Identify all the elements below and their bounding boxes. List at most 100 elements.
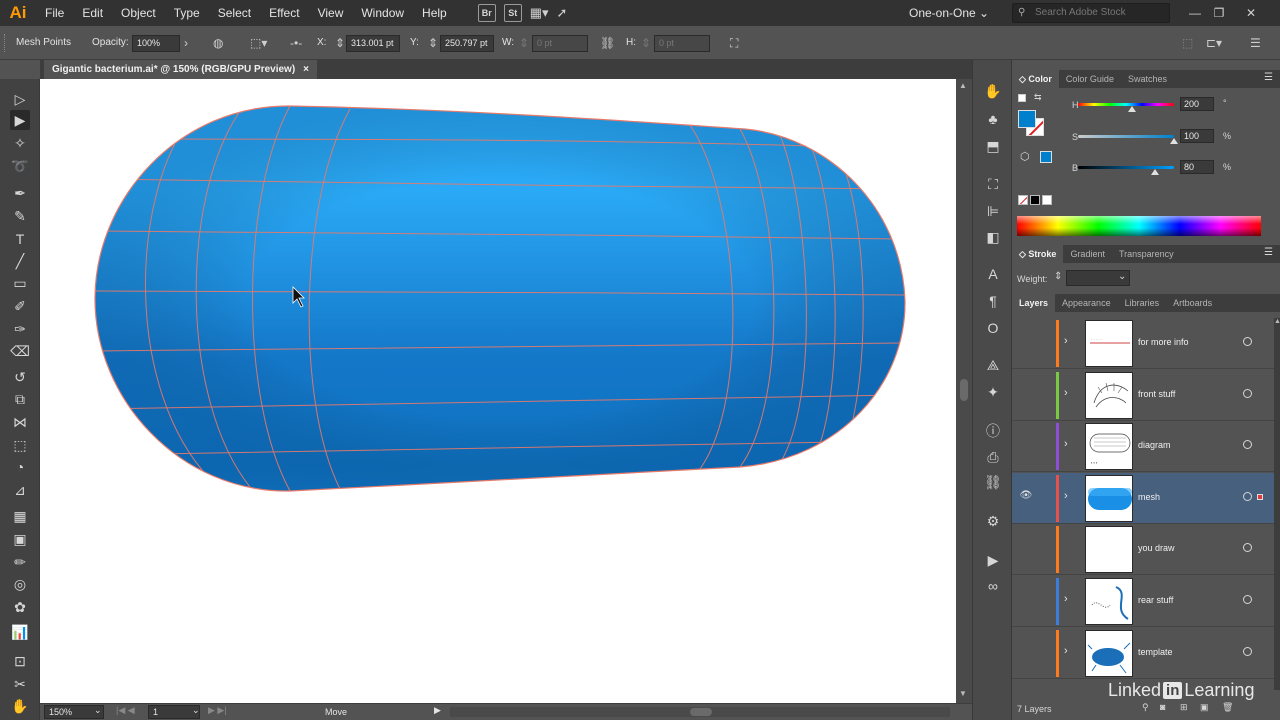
target-icon[interactable]	[1243, 595, 1252, 604]
hscroll-thumb[interactable]	[690, 708, 712, 716]
chevron-right-icon[interactable]: ›	[1064, 387, 1068, 399]
restore-icon[interactable]: ❐	[1208, 0, 1230, 26]
character-icon[interactable]: A	[983, 265, 1003, 283]
target-icon[interactable]	[1243, 388, 1252, 398]
chevron-right-icon[interactable]: ›	[1064, 438, 1068, 450]
bridge-button[interactable]: Br	[477, 4, 496, 22]
tab-color[interactable]: ◇ Color	[1012, 70, 1059, 88]
tab-transparency[interactable]: Transparency	[1112, 245, 1181, 263]
selection-tool-icon[interactable]: ▷	[10, 89, 30, 109]
hue-slider[interactable]	[1078, 103, 1174, 106]
eye-icon[interactable]: 👁	[1018, 490, 1034, 506]
puppet-warp-icon[interactable]: ✋	[983, 82, 1003, 100]
properties-icon[interactable]: ⚙	[983, 512, 1003, 530]
target-icon[interactable]	[1243, 440, 1252, 450]
color-spectrum[interactable]	[1017, 216, 1261, 236]
chevron-right-icon[interactable]: ›	[1064, 490, 1068, 502]
panel-toggle-icon[interactable]: ⊏▾	[1206, 36, 1222, 50]
layer-row[interactable]: › · · · · · for more info	[1012, 318, 1274, 369]
pathfinder-icon[interactable]: ◧	[983, 228, 1003, 246]
status-menu-icon[interactable]: ▶	[434, 705, 441, 716]
weight-chevron-icon[interactable]: ⌄	[1118, 271, 1126, 282]
layer-name[interactable]: rear stuff	[1138, 595, 1173, 605]
layer-name[interactable]: template	[1138, 647, 1173, 657]
target-icon[interactable]	[1243, 337, 1252, 346]
menu-file[interactable]: File	[36, 0, 73, 26]
menu-select[interactable]: Select	[209, 0, 260, 26]
horizontal-scrollbar[interactable]	[450, 707, 950, 717]
type-tool-icon[interactable]: T	[10, 229, 30, 249]
zoom-chevron-icon[interactable]: ⌄	[94, 705, 102, 716]
tab-stroke[interactable]: ◇ Stroke	[1012, 245, 1064, 263]
saturation-field[interactable]: 100	[1180, 129, 1214, 143]
tab-layers[interactable]: Layers	[1012, 294, 1056, 312]
scale-tool-icon[interactable]: ⧉	[10, 389, 30, 409]
layers-scrollbar[interactable]: ▲	[1274, 318, 1280, 690]
layer-name[interactable]: you draw	[1138, 543, 1175, 553]
scroll-thumb[interactable]	[960, 379, 968, 401]
none-swatch[interactable]	[1018, 195, 1028, 205]
layer-name[interactable]: for more info	[1138, 337, 1189, 347]
first-artboard-icon[interactable]: |◀ ◀	[116, 705, 135, 716]
opacity-label[interactable]: Opacity:	[92, 37, 129, 48]
layer-row[interactable]: › front stuff	[1012, 370, 1274, 421]
brightness-slider[interactable]	[1078, 166, 1174, 169]
magic-wand-tool-icon[interactable]: ✧	[10, 133, 30, 153]
new-layer-icon[interactable]: ▣	[1200, 702, 1209, 713]
menu-edit[interactable]: Edit	[73, 0, 112, 26]
layer-row[interactable]: 👁 › mesh	[1012, 472, 1274, 524]
y-field[interactable]: 250.797 pt	[440, 35, 494, 52]
transform-panel-icon[interactable]: ⛶	[983, 175, 1003, 193]
paragraph-icon[interactable]: ¶	[983, 292, 1003, 310]
lasso-tool-icon[interactable]: ➰	[10, 156, 30, 176]
visibility-toggle[interactable]	[1018, 593, 1034, 609]
line-tool-icon[interactable]: ╱	[10, 251, 30, 271]
symbols-icon[interactable]: ♣	[983, 110, 1003, 128]
link-panel-icon[interactable]: ∞	[983, 577, 1003, 595]
gpu-performance-icon[interactable]: ➚	[557, 5, 568, 21]
layers-scroll-up-icon[interactable]: ▲	[1274, 318, 1280, 325]
document-tab[interactable]: Gigantic bacterium.ai* @ 150% (RGB/GPU P…	[44, 60, 318, 79]
weight-stepper-icon[interactable]: ⇕	[1054, 271, 1062, 282]
menu-help[interactable]: Help	[413, 0, 456, 26]
brightness-field[interactable]: 80	[1180, 160, 1214, 174]
align-icon[interactable]: ⬚▾	[250, 36, 267, 50]
graphic-styles-icon[interactable]: ⟁	[983, 356, 1003, 374]
target-icon[interactable]	[1243, 543, 1252, 553]
tab-color-guide[interactable]: Color Guide	[1059, 70, 1121, 88]
direct-selection-tool-icon[interactable]: ▶	[10, 110, 30, 130]
layer-row[interactable]: › template	[1012, 628, 1274, 679]
eyedropper-tool-icon[interactable]: ✏	[10, 552, 30, 572]
layer-name[interactable]: mesh	[1138, 492, 1160, 502]
new-sublayer-icon[interactable]: ⊞	[1180, 702, 1188, 713]
last-color-swatch[interactable]	[1040, 151, 1052, 163]
document-info-icon[interactable]: ⎙	[983, 448, 1003, 466]
curvature-tool-icon[interactable]: ✎	[10, 206, 30, 226]
make-clip-mask-icon[interactable]: ◙	[1160, 702, 1165, 712]
align-panel-icon[interactable]: ⊫	[983, 202, 1003, 220]
selection-indicator[interactable]	[1257, 493, 1263, 500]
target-icon[interactable]	[1243, 491, 1252, 501]
chevron-right-icon[interactable]: ›	[1064, 593, 1068, 605]
gradient-tool-icon[interactable]: ▣	[10, 529, 30, 549]
graph-tool-icon[interactable]: 📊	[10, 622, 30, 642]
visibility-toggle[interactable]	[1018, 387, 1034, 403]
h-stepper-icon[interactable]: ⇕	[641, 36, 651, 50]
artboard-chevron-icon[interactable]: ⌄	[192, 705, 200, 716]
target-icon[interactable]	[1243, 646, 1252, 656]
chevron-right-icon[interactable]: ›	[1064, 335, 1068, 347]
opentype-icon[interactable]: O	[983, 319, 1003, 337]
layer-row[interactable]: › rear stuff	[1012, 576, 1274, 627]
artboard-canvas[interactable]	[40, 79, 956, 703]
panel-menu-icon[interactable]: ☰	[1264, 247, 1273, 258]
next-artboard-icon[interactable]: ▶ ▶|	[208, 705, 227, 716]
opacity-field[interactable]: 100%	[132, 35, 180, 52]
menu-view[interactable]: View	[309, 0, 353, 26]
free-transform-tool-icon[interactable]: ⬚	[10, 435, 30, 455]
control-menu-icon[interactable]: ☰	[1250, 36, 1261, 50]
tab-gradient[interactable]: Gradient	[1063, 245, 1112, 263]
locate-object-icon[interactable]: ⚲	[1142, 702, 1149, 713]
minimize-icon[interactable]: —	[1184, 0, 1206, 26]
transform-icon[interactable]: ⛶	[730, 36, 738, 51]
menu-object[interactable]: Object	[112, 0, 165, 26]
